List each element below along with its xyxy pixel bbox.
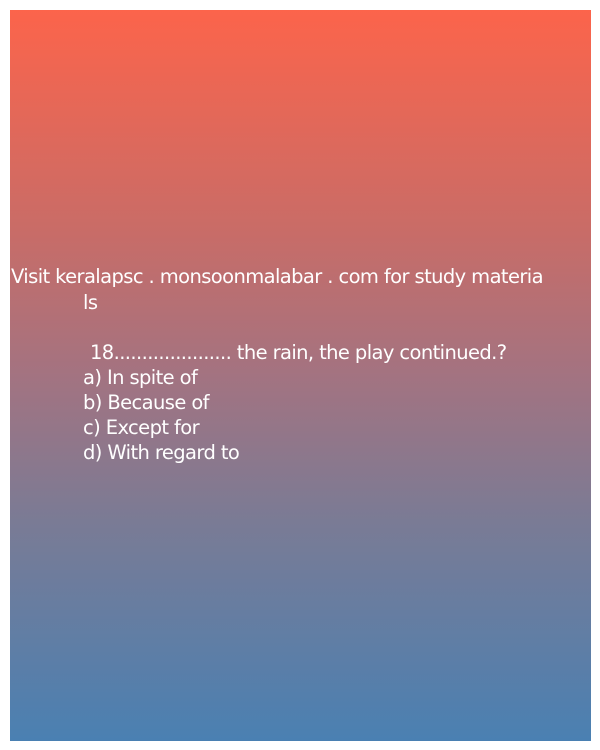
visit-website-text-continued: ls [83, 291, 98, 314]
option-b: b) Because of [83, 391, 210, 414]
question-text: 18..................... the rain, the pl… [90, 341, 507, 364]
visit-website-text: Visit keralapsc . monsoonmalabar . com f… [11, 265, 544, 288]
option-d: d) With regard to [83, 441, 240, 464]
quiz-card: Visit keralapsc . monsoonmalabar . com f… [10, 10, 591, 741]
option-a: a) In spite of [83, 366, 198, 389]
option-c: c) Except for [83, 416, 200, 439]
